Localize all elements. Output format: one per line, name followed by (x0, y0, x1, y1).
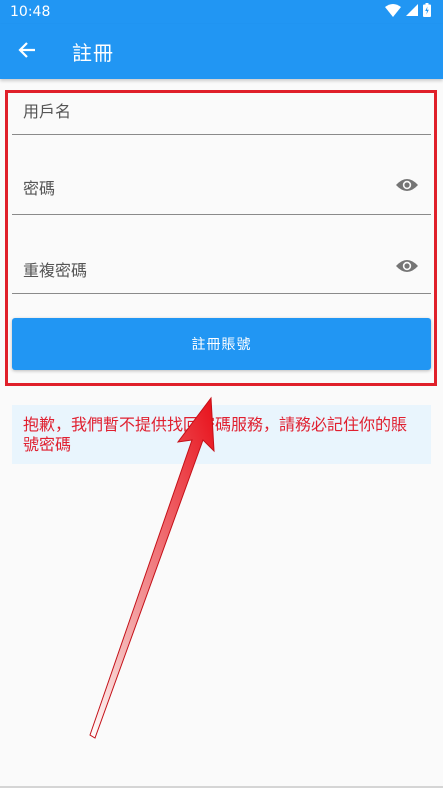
annotation-arrow (89, 396, 215, 739)
